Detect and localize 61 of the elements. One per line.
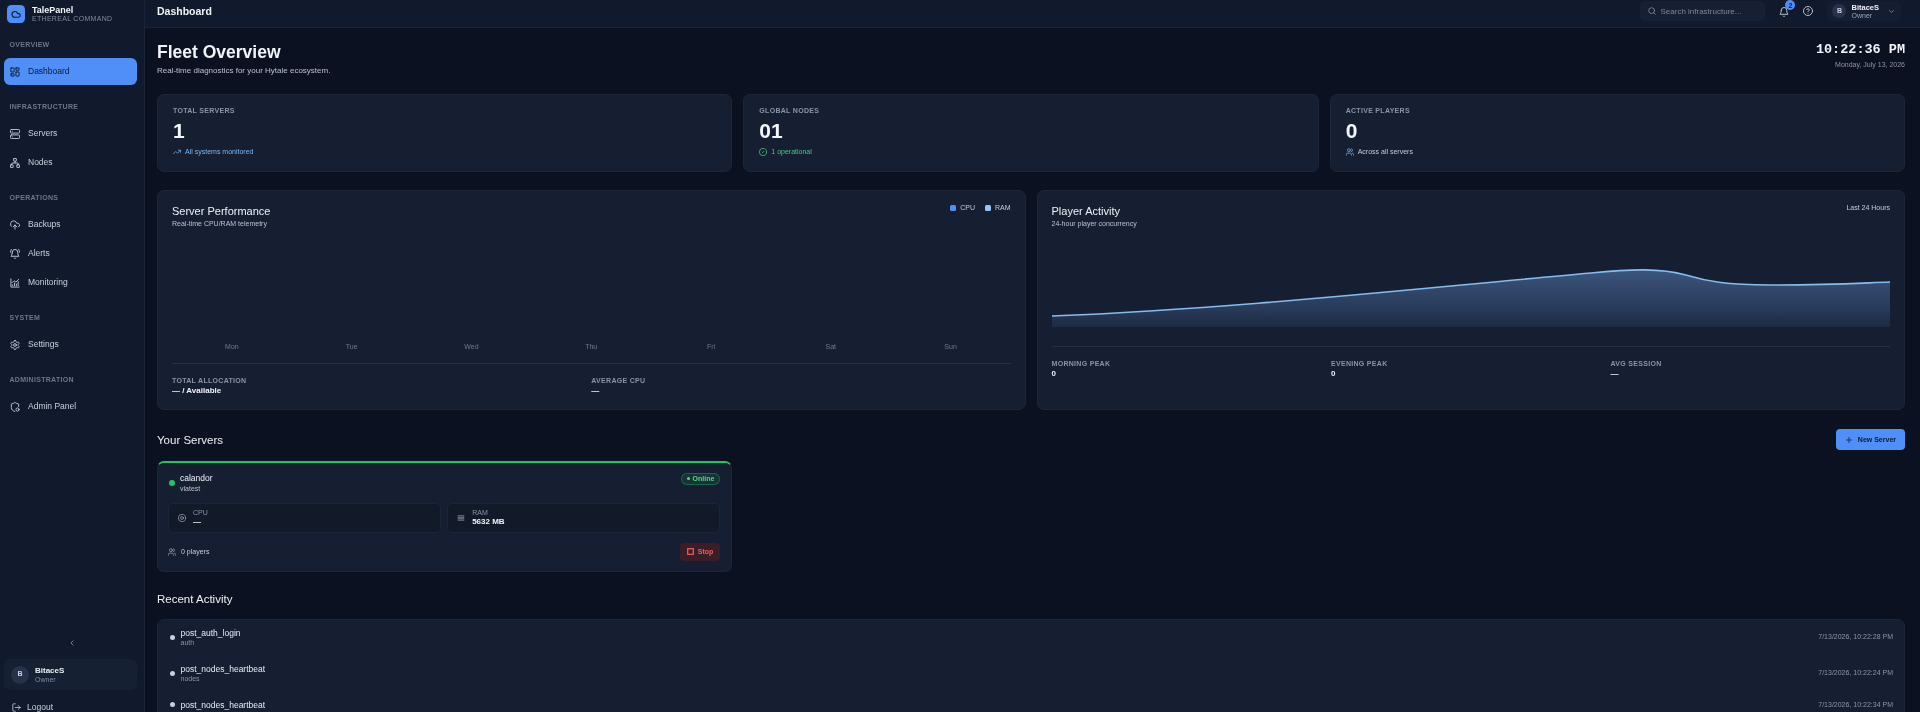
chart-title: Player Activity [1051, 203, 1121, 218]
search-field[interactable]: Search infrastructure... [1640, 1, 1766, 22]
section-title: Recent Activity [157, 591, 234, 607]
metric-value: — [591, 384, 601, 397]
users-icon [168, 547, 176, 556]
sidebar-item[interactable]: Monitoring [4, 269, 137, 296]
sidebar-item[interactable]: Backups [4, 211, 137, 238]
dashboard-grid-icon [10, 66, 20, 77]
sidebar-item[interactable]: Settings [4, 331, 137, 358]
metric-value: — [1610, 367, 1620, 380]
shield-icon [10, 401, 20, 412]
settings-icon [10, 339, 20, 350]
event-name: post_nodes_heartbeat [180, 699, 266, 710]
page-heading: Dashboard [157, 5, 212, 18]
logout-link[interactable]: Logout [0, 702, 144, 712]
chart-title: Server Performance [172, 203, 271, 218]
server-name: calandor [180, 472, 213, 484]
network-icon [10, 157, 20, 168]
lines-icon [457, 513, 466, 522]
sidebar-item[interactable]: Nodes [4, 149, 137, 176]
trend-up-icon [173, 147, 181, 156]
users-icon [1345, 147, 1354, 156]
cloud-upload-icon [10, 219, 20, 230]
target-icon [178, 513, 186, 522]
alarm-bell-icon [10, 248, 20, 259]
section-title: Your Servers [157, 432, 224, 448]
check-circle-icon [759, 147, 768, 156]
event-dot-icon [169, 670, 175, 676]
event-dot-icon [169, 634, 175, 640]
metric-value: — / Available [172, 384, 223, 397]
sidebar-item[interactable]: Dashboard [4, 58, 137, 85]
stat-value: 0 [1345, 118, 1359, 143]
page-subtitle: Real-time diagnostics for your Hytale ecosystem. [157, 64, 331, 76]
stat-value: 01 [759, 118, 784, 143]
page-title: Fleet Overview [157, 40, 282, 63]
cloud-logo-icon [7, 5, 25, 23]
help-icon[interactable] [1803, 6, 1814, 17]
sidebar-item[interactable]: Alerts [4, 240, 137, 267]
server-icon [10, 128, 20, 139]
clock-time: 10:22:36 PM [1815, 40, 1905, 59]
tile-value: — [193, 516, 202, 527]
chevron-down-icon [1888, 7, 1895, 15]
user-name: BitaceS [35, 665, 65, 676]
metric-value: 0 [1331, 367, 1337, 380]
stop-square-icon [686, 548, 694, 556]
metric-value: 0 [1051, 367, 1057, 380]
notification-bell-icon[interactable] [1779, 7, 1790, 18]
tile-value: 5632 MB [472, 516, 505, 527]
event-dot-icon [169, 702, 175, 708]
event-name: post_nodes_heartbeat [180, 663, 266, 674]
stat-value: 1 [173, 118, 186, 143]
sidebar-item[interactable]: Admin Panel [4, 393, 137, 420]
badge-dot-icon [686, 477, 690, 481]
brand-name: TalePanel [32, 5, 75, 15]
sidebar-item[interactable]: Servers [4, 120, 137, 147]
event-name: post_auth_login [180, 627, 241, 638]
plus-icon [1844, 435, 1853, 444]
logout-icon [12, 702, 21, 712]
bar-chart-icon [10, 277, 20, 288]
search-icon [1648, 7, 1657, 16]
collapse-chevron-icon[interactable] [68, 639, 76, 647]
